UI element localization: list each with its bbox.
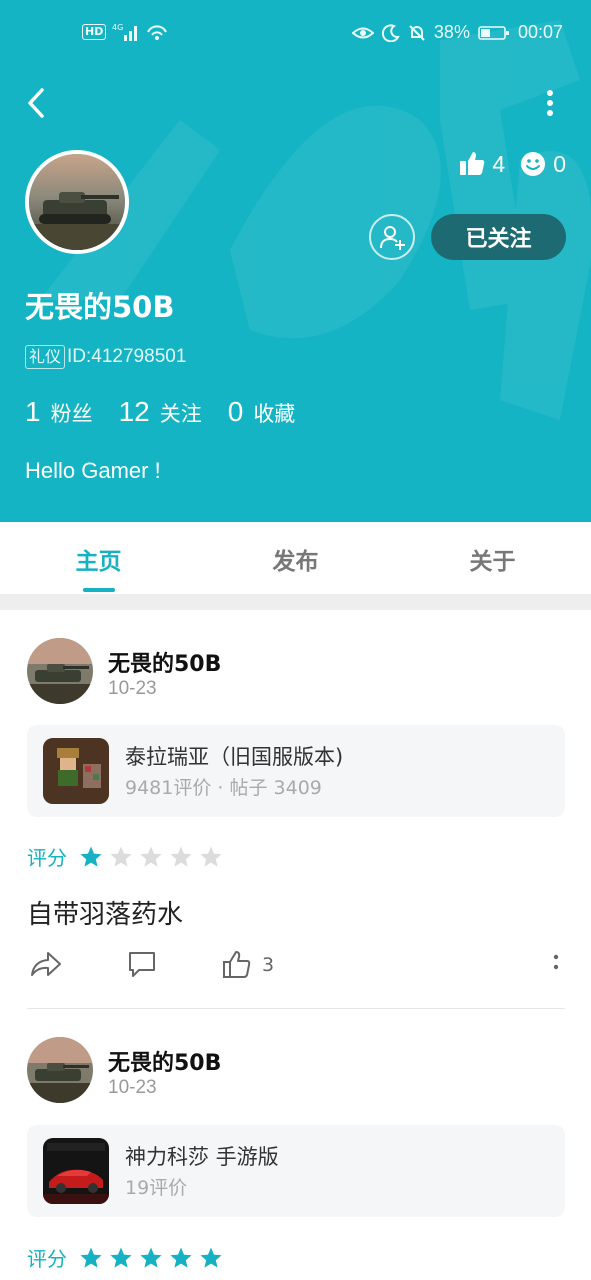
tank-avatar-image: [27, 1037, 93, 1103]
profile-username: 无畏的50B: [25, 290, 175, 324]
following-label[interactable]: 关注: [160, 398, 202, 428]
post-divider: [27, 1008, 565, 1009]
eye-comfort-icon: [351, 27, 374, 38]
star-filled-icon: [140, 1247, 162, 1268]
profile-id-row: 礼仪 ID:412798501: [25, 345, 186, 369]
post-more-button[interactable]: [552, 952, 560, 976]
likes-count: 4: [492, 150, 506, 177]
back-arrow-icon[interactable]: [22, 86, 52, 120]
more-vertical-icon: [553, 954, 559, 970]
star-empty-icon: [110, 846, 132, 867]
like-button[interactable]: 3: [222, 950, 274, 980]
wifi-icon: [147, 25, 168, 40]
header-watermark: [40, 20, 591, 420]
tab-posts[interactable]: 发布: [197, 522, 394, 594]
hd-indicator: HD: [82, 24, 107, 40]
star-empty-icon: [170, 846, 192, 867]
tab-about[interactable]: 关于: [394, 522, 591, 594]
terraria-game-icon: [43, 738, 109, 804]
smiles-stat[interactable]: 0: [519, 150, 566, 178]
like-count: 3: [262, 954, 275, 976]
cellular-signal-icon: 4G: [112, 23, 138, 41]
post-date: 10-23: [108, 678, 157, 699]
profile-avatar[interactable]: [25, 150, 129, 254]
post-body-text: 自带羽落药水: [27, 900, 184, 930]
star-empty-icon: [200, 846, 222, 867]
likes-stat[interactable]: 4: [458, 150, 505, 178]
fans-label[interactable]: 粉丝: [51, 398, 93, 428]
tab-home[interactable]: 主页: [0, 522, 197, 594]
add-friend-icon: [380, 226, 405, 250]
feed-post[interactable]: 无畏的50B 10-23 神力科莎 手游版 19评价 评分: [0, 1010, 591, 1280]
post-actions: 3: [0, 950, 591, 990]
game-meta: 9481评价 · 帖子 3409: [125, 777, 322, 799]
game-title: 泰拉瑞亚（旧国服版本): [125, 745, 344, 769]
battery-percent: 38%: [433, 22, 470, 42]
game-meta: 19评价: [125, 1177, 188, 1199]
post-author-name[interactable]: 无畏的50B: [108, 1045, 221, 1077]
share-button[interactable]: [30, 950, 62, 978]
add-friend-button[interactable]: [369, 214, 415, 260]
tank-avatar-image: [27, 638, 93, 704]
mute-bell-icon: [409, 24, 425, 41]
assetto-corsa-game-icon: [43, 1138, 109, 1204]
post-author-avatar[interactable]: [27, 638, 93, 704]
share-icon: [31, 952, 61, 976]
post-date: 10-23: [108, 1077, 157, 1098]
profile-reactions: 4 0: [458, 150, 566, 178]
svg-text:4G: 4G: [112, 23, 123, 32]
star-filled-icon: [200, 1247, 222, 1268]
tab-about-label: 关于: [469, 549, 516, 575]
clock: 00:07: [517, 22, 563, 42]
more-vertical-icon[interactable]: [545, 88, 555, 118]
tank-avatar-image: [29, 154, 125, 250]
smile-icon: [521, 152, 546, 176]
rating-label: 评分: [27, 846, 67, 870]
battery-icon: [478, 25, 509, 40]
thumbs-up-outline-icon: [223, 951, 251, 978]
user-id: ID:412798501: [67, 346, 187, 367]
game-title: 神力科莎 手游版: [125, 1145, 279, 1169]
tab-home-label: 主页: [75, 549, 122, 575]
feed-post[interactable]: 无畏的50B 10-23 泰拉瑞亚（旧国服版本) 9481评价 · 帖子 340…: [0, 610, 591, 1010]
fans-count[interactable]: 1: [25, 396, 41, 428]
game-card[interactable]: 神力科莎 手游版 19评价: [27, 1125, 565, 1217]
thumbs-up-icon: [460, 152, 485, 175]
rating-row: 评分: [27, 1243, 223, 1272]
star-filled-icon: [110, 1247, 132, 1268]
rating-label: 评分: [27, 1247, 67, 1271]
status-bar: HD 4G 38% 00:07: [0, 18, 591, 52]
following-count[interactable]: 12: [119, 396, 150, 428]
favorites-count[interactable]: 0: [228, 396, 244, 428]
game-card[interactable]: 泰拉瑞亚（旧国服版本) 9481评价 · 帖子 3409: [27, 725, 565, 817]
profile-bio: Hello Gamer !: [25, 458, 161, 483]
star-empty-icon: [140, 846, 162, 867]
post-author-avatar[interactable]: [27, 1037, 93, 1103]
favorites-label[interactable]: 收藏: [253, 398, 295, 428]
followed-button[interactable]: 已关注: [431, 214, 566, 260]
star-filled-icon: [80, 846, 102, 867]
comment-button[interactable]: [127, 950, 157, 978]
star-filled-icon: [170, 1247, 192, 1268]
star-filled-icon: [80, 1247, 102, 1268]
section-separator: [0, 594, 591, 610]
smiles-count: 0: [553, 150, 566, 177]
profile-header: HD 4G 38% 00:07 4 0 已关注 无畏的50B 礼仪 ID:412…: [0, 0, 591, 522]
profile-counts: 1 粉丝 12 关注 0 收藏: [25, 396, 321, 428]
comment-icon: [129, 952, 155, 977]
post-author-name[interactable]: 无畏的50B: [108, 646, 221, 678]
rating-row: 评分: [27, 842, 223, 871]
etiquette-badge[interactable]: 礼仪: [25, 345, 66, 369]
tab-active-indicator: [82, 588, 115, 592]
tab-posts-label: 发布: [272, 549, 319, 575]
moon-icon: [381, 23, 400, 42]
profile-tabs: 主页 发布 关于: [0, 522, 591, 594]
